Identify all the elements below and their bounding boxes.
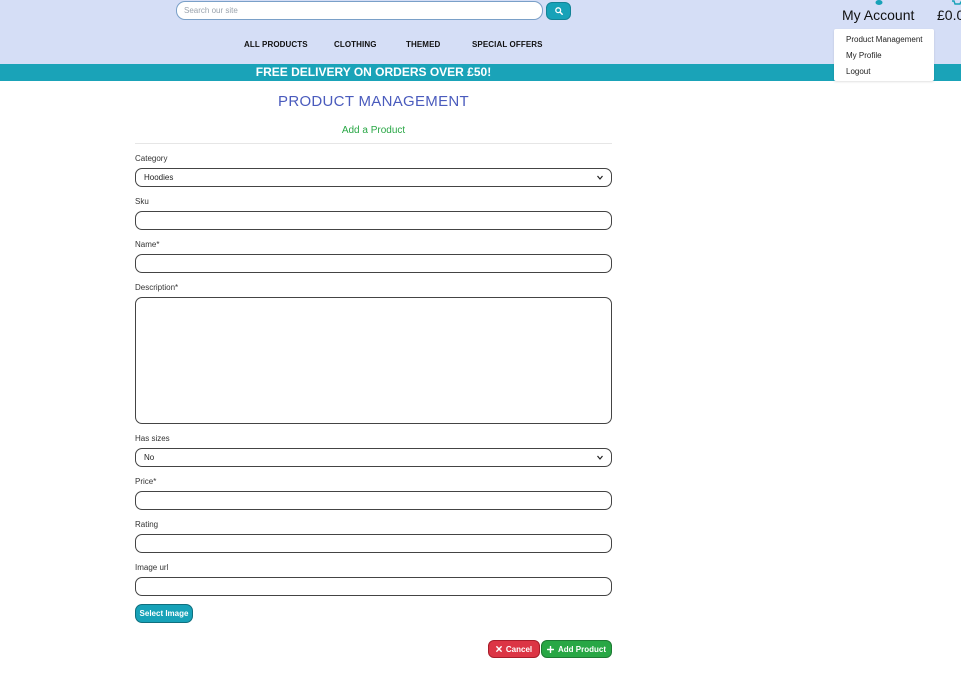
account-dropdown: Product Management My Profile Logout <box>834 29 934 81</box>
user-icon <box>875 0 883 5</box>
menu-item-my-profile[interactable]: My Profile <box>846 51 882 60</box>
add-product-button[interactable]: Add Product <box>541 640 612 658</box>
has-sizes-label: Has sizes <box>135 434 170 443</box>
menu-item-logout[interactable]: Logout <box>846 67 870 76</box>
search-button[interactable] <box>546 2 571 20</box>
image-url-label: Image url <box>135 563 169 572</box>
chevron-down-icon <box>597 455 603 460</box>
plus-icon <box>547 645 554 653</box>
close-icon <box>495 646 502 652</box>
description-textarea[interactable] <box>135 297 612 424</box>
description-label: Description* <box>135 283 179 292</box>
image-url-input[interactable] <box>135 577 612 596</box>
cart-total[interactable]: £0.00 <box>937 7 961 23</box>
name-input[interactable] <box>135 254 612 273</box>
name-label: Name* <box>135 240 160 249</box>
has-sizes-select[interactable]: No <box>135 448 612 467</box>
page-title: PRODUCT MANAGEMENT <box>278 93 469 110</box>
nav-clothing[interactable]: CLOTHING <box>334 40 377 49</box>
my-account-link[interactable]: My Account <box>842 7 914 23</box>
select-image-label: Select Image <box>139 609 189 618</box>
add-product-label: Add Product <box>558 644 606 654</box>
page-subtitle: Add a Product <box>341 125 406 136</box>
site-header: ALL PRODUCTS CLOTHING THEMED SPECIAL OFF… <box>0 0 961 64</box>
search-input[interactable] <box>176 1 543 20</box>
sku-input[interactable] <box>135 211 612 230</box>
category-select[interactable]: Hoodies <box>135 168 612 187</box>
rating-label: Rating <box>135 520 159 529</box>
nav-themed[interactable]: THEMED <box>406 40 440 49</box>
rating-input[interactable] <box>135 534 612 553</box>
cart-icon <box>952 0 961 5</box>
chevron-down-icon <box>597 175 603 180</box>
nav-all-products[interactable]: ALL PRODUCTS <box>244 40 308 49</box>
delivery-banner: FREE DELIVERY ON ORDERS OVER £50! <box>0 64 961 81</box>
has-sizes-select-value: No <box>144 453 155 462</box>
price-input[interactable] <box>135 491 612 510</box>
select-image-button[interactable]: Select Image <box>135 604 193 623</box>
cancel-button[interactable]: Cancel <box>488 640 540 658</box>
cancel-label: Cancel <box>505 644 533 654</box>
price-label: Price* <box>135 477 157 486</box>
sku-label: Sku <box>135 197 149 206</box>
nav-special-offers[interactable]: SPECIAL OFFERS <box>472 40 543 49</box>
menu-item-product-management[interactable]: Product Management <box>846 35 923 44</box>
heading-divider <box>135 143 612 144</box>
main-nav: ALL PRODUCTS CLOTHING THEMED SPECIAL OFF… <box>0 40 961 52</box>
category-select-value: Hoodies <box>144 173 174 182</box>
search-icon <box>554 7 563 15</box>
banner-text: FREE DELIVERY ON ORDERS OVER £50! <box>255 65 492 79</box>
category-label: Category <box>135 154 168 163</box>
